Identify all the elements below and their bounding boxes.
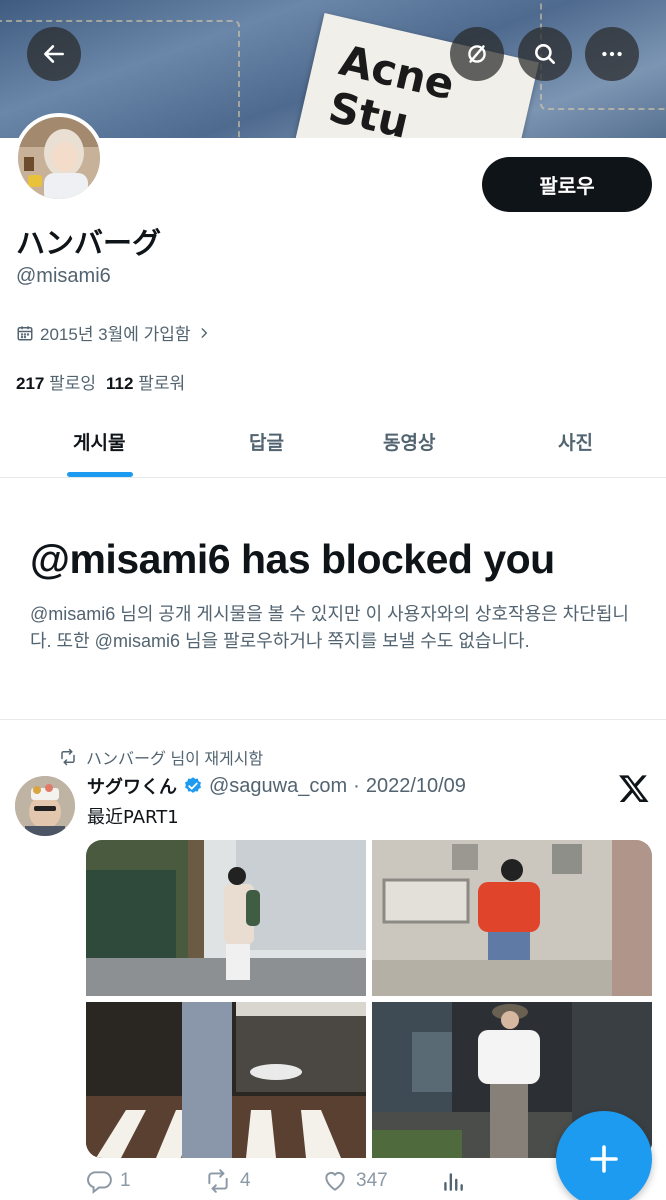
tweet-photo-1[interactable] (86, 840, 366, 996)
avatar-image (18, 117, 100, 199)
tweet-photo-3[interactable] (86, 1002, 366, 1158)
user-handle: @misami6 (16, 265, 111, 287)
calendar-icon (17, 325, 33, 340)
bell-off-icon (468, 45, 486, 63)
compose-post-button[interactable] (556, 1111, 652, 1200)
tweet-photo-2[interactable] (372, 840, 652, 996)
notifications-off-button[interactable] (450, 27, 504, 81)
more-button[interactable] (585, 27, 639, 81)
active-tab-indicator (67, 472, 133, 477)
tweet-author-handle[interactable]: @saguwa_com (209, 775, 347, 798)
blocked-title: @misami6 has blocked you (30, 536, 555, 582)
reply-icon (87, 1171, 112, 1194)
followers-count: 112 (106, 374, 134, 393)
tab-posts[interactable]: 게시물 (73, 428, 125, 455)
reply-count: 1 (120, 1170, 131, 1191)
back-button[interactable] (27, 27, 81, 81)
x-logo-icon[interactable] (618, 772, 650, 804)
like-button[interactable]: 347 (322, 1168, 440, 1194)
author-avatar-image (15, 776, 75, 836)
tweet-text: 最近PART1 (87, 807, 179, 828)
follow-button[interactable]: 팔로우 (482, 157, 652, 212)
search-icon (535, 44, 555, 64)
heart-icon (325, 1171, 345, 1191)
bar-chart-icon (444, 1173, 463, 1191)
retweet-icon (61, 748, 75, 766)
tweet-actions: 1 4 347 (86, 1168, 506, 1194)
tab-videos[interactable]: 동영상 (383, 428, 435, 455)
retweet-button[interactable]: 4 (204, 1168, 322, 1194)
views-button[interactable] (440, 1168, 466, 1194)
chevron-right-icon (201, 327, 207, 338)
tweet-author-name[interactable]: サグワくん (87, 773, 177, 799)
like-count: 347 (356, 1170, 388, 1191)
following-label: 팔로잉 (49, 374, 97, 393)
profile-tabs: 게시물 답글 동영상 사진 (0, 408, 666, 478)
retweet-text: ハンバーグ 님이 재게시함 (86, 751, 264, 768)
following-count: 217 (16, 374, 45, 393)
verified-badge-icon (185, 777, 201, 793)
followers-stat[interactable]: 112 팔로워 (106, 369, 185, 394)
retweet-count: 4 (240, 1170, 251, 1191)
tweet-separator: · (353, 774, 360, 797)
more-horizontal-icon (602, 51, 622, 57)
divider (0, 719, 666, 720)
search-button[interactable] (518, 27, 572, 81)
retweet-icon (208, 1169, 228, 1193)
tweet-author-avatar[interactable] (15, 776, 75, 836)
joined-text: 2015년 3월에 가입함 (40, 325, 191, 344)
photo-1-image (86, 840, 366, 996)
plus-icon (590, 1145, 618, 1173)
tab-photos[interactable]: 사진 (558, 428, 593, 455)
joined-date[interactable]: 2015년 3월에 가입함 (16, 320, 211, 345)
tab-replies[interactable]: 답글 (249, 428, 284, 455)
followers-label: 팔로워 (138, 374, 186, 393)
banner-label-text: Acne Stu (324, 35, 459, 138)
retweet-indicator[interactable]: ハンバーグ 님이 재게시함 (58, 745, 263, 769)
tweet-media-grid (86, 840, 652, 1158)
follow-stats: 217 팔로잉 112 팔로워 (16, 369, 185, 394)
profile-avatar[interactable] (14, 113, 104, 203)
photo-2-image (372, 840, 652, 996)
photo-3-image (86, 1002, 366, 1158)
tweet-header: サグワくん @saguwa_com · 2022/10/09 (87, 773, 466, 799)
reply-button[interactable]: 1 (86, 1168, 204, 1194)
following-stat[interactable]: 217 팔로잉 (16, 369, 96, 394)
tweet-date[interactable]: 2022/10/09 (366, 775, 466, 798)
arrow-left-icon (44, 45, 64, 63)
display-name: ハンバーグ (16, 226, 162, 260)
blocked-description: @misami6 님의 공개 게시물을 볼 수 있지만 이 사용자와의 상호작용… (30, 604, 629, 651)
banner-clothing-label: Acne Stu (293, 13, 539, 138)
